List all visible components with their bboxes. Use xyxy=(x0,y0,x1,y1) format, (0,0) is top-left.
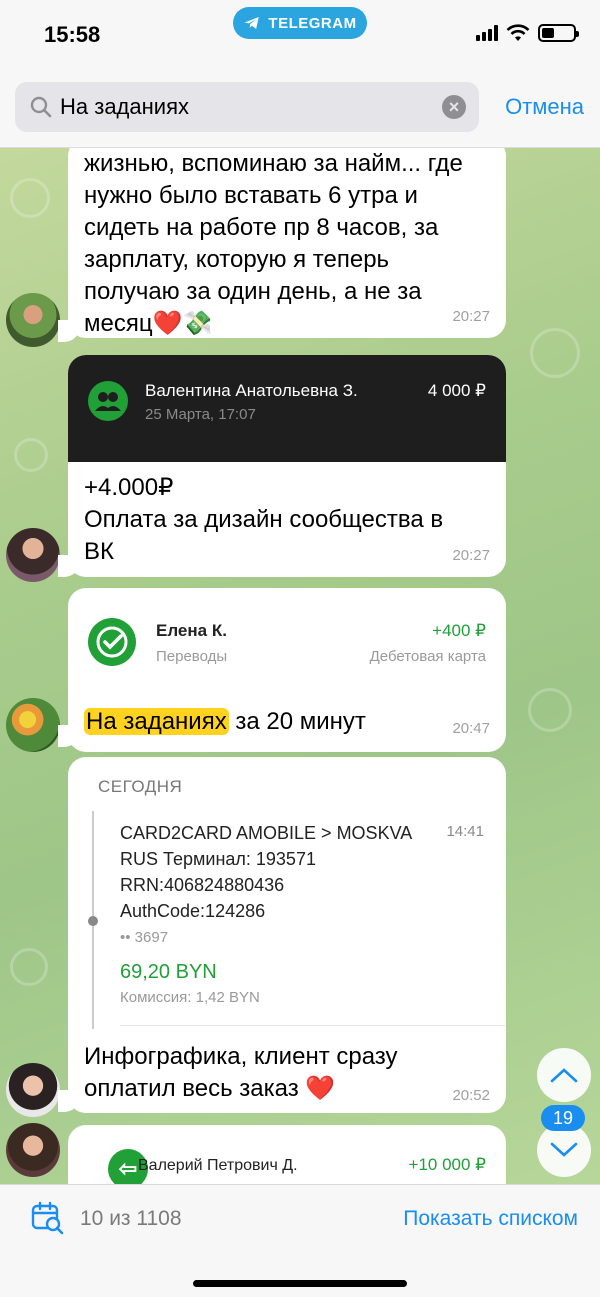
background-doodle xyxy=(10,948,48,986)
message-bubble[interactable]: жизнью, вспоминаю за найм... где нужно б… xyxy=(68,148,506,338)
show-as-list-button[interactable]: Показать списком xyxy=(403,1207,578,1231)
transfer-date: 25 Марта, 17:07 xyxy=(145,406,256,423)
background-doodle xyxy=(14,438,48,472)
background-doodle xyxy=(10,178,50,218)
background-doodle xyxy=(530,328,580,378)
receipt-authcode: AuthCode:124286 xyxy=(120,901,266,921)
search-input[interactable] xyxy=(60,82,440,132)
top-bar: 15:58 TELEGRAM × Отмена xyxy=(0,0,600,148)
message-text: жизнью, вспоминаю за найм... где нужно б… xyxy=(84,150,463,337)
message-time: 20:52 xyxy=(452,1087,490,1104)
wifi-icon xyxy=(506,24,530,41)
receipt-amount: 69,20 BYN xyxy=(120,961,217,983)
background-doodle xyxy=(528,688,572,732)
message-bubble[interactable]: СЕГОДНЯ CARD2CARD AMOBILE > MOSKVA 14:41… xyxy=(68,757,506,1113)
search-highlight: На заданиях xyxy=(84,708,229,735)
message-bubble[interactable]: Елена К. Переводы +400 ₽ Дебетовая карта… xyxy=(68,588,506,752)
heart-money-emoji: ❤️💸 xyxy=(152,310,213,337)
message-time: 20:27 xyxy=(452,308,490,325)
sender-name: Валентина Анатольевна З. xyxy=(145,381,358,400)
unread-badge: 19 xyxy=(541,1105,585,1131)
receipt-terminal: RUS Терминал: 193571 xyxy=(120,849,316,869)
home-indicator[interactable] xyxy=(193,1280,407,1287)
sber-logo-icon xyxy=(88,618,136,666)
payment-screenshot: Валентина Анатольевна З. 25 Марта, 17:07… xyxy=(68,355,506,462)
transfer-amount: +10 000 ₽ xyxy=(408,1155,486,1174)
message-bubble[interactable]: ⇦ Валерий Петрович Д. +10 000 ₽ xyxy=(68,1125,506,1184)
cancel-button[interactable]: Отмена xyxy=(505,94,584,120)
chat-area[interactable]: жизнью, вспоминаю за найм... где нужно б… xyxy=(0,148,600,1184)
receipt-rrn: RRN:406824880436 xyxy=(120,875,285,895)
message-time: 20:47 xyxy=(452,720,490,737)
transfer-type: Переводы xyxy=(156,648,228,665)
search-result-counter: 10 из 1108 xyxy=(80,1207,182,1230)
transfer-amount: 4 000 ₽ xyxy=(427,381,486,400)
message-text: На заданиях за 20 минут xyxy=(84,708,366,735)
status-time: 15:58 xyxy=(44,22,101,47)
avatar[interactable] xyxy=(6,698,60,752)
transfer-amount: +400 ₽ xyxy=(432,621,486,640)
telegram-pill-label: TELEGRAM xyxy=(268,14,357,32)
account-type: Дебетовая карта xyxy=(369,648,486,665)
avatar[interactable] xyxy=(6,293,60,347)
telegram-pill[interactable]: TELEGRAM xyxy=(233,7,367,39)
battery-icon xyxy=(538,24,579,42)
avatar[interactable] xyxy=(6,528,60,582)
avatar[interactable] xyxy=(6,1063,60,1117)
sender-name: Валерий Петрович Д. xyxy=(138,1157,298,1174)
message-time: 20:27 xyxy=(452,547,490,564)
message-text: Инфографика, клиент сразу оплатил весь з… xyxy=(84,1043,398,1102)
search-box[interactable]: × xyxy=(15,82,479,132)
message-text: +4.000₽ Оплата за дизайн сообщества в ВК xyxy=(84,474,444,565)
search-prev-button[interactable] xyxy=(537,1048,591,1102)
chevron-down-icon xyxy=(550,1142,578,1157)
receipt-fee: Комиссия: 1,42 BYN xyxy=(120,989,260,1006)
search-next-button[interactable] xyxy=(537,1123,591,1177)
receipt-title: CARD2CARD AMOBILE > MOSKVA xyxy=(120,823,413,843)
telegram-icon xyxy=(244,17,260,29)
status-icons xyxy=(476,24,579,42)
signal-icon xyxy=(476,25,498,41)
people-icon xyxy=(88,381,128,421)
bottom-bar: 10 из 1108 Показать списком xyxy=(0,1184,600,1297)
search-icon xyxy=(30,96,52,118)
calendar-search-icon[interactable] xyxy=(30,1201,64,1235)
receipt-time: 14:41 xyxy=(446,823,484,840)
clear-search-icon[interactable]: × xyxy=(442,95,466,119)
receipt-date-header: СЕГОДНЯ xyxy=(98,777,183,796)
receipt-card: •• 3697 xyxy=(120,929,169,946)
sender-name: Елена К. xyxy=(156,621,227,640)
avatar[interactable] xyxy=(6,1123,60,1177)
chevron-up-icon xyxy=(550,1068,578,1083)
heart-emoji: ❤️ xyxy=(305,1075,336,1102)
message-bubble[interactable]: Валентина Анатольевна З. 25 Марта, 17:07… xyxy=(68,355,506,577)
timeline-dot xyxy=(88,916,98,926)
divider xyxy=(120,1025,506,1026)
